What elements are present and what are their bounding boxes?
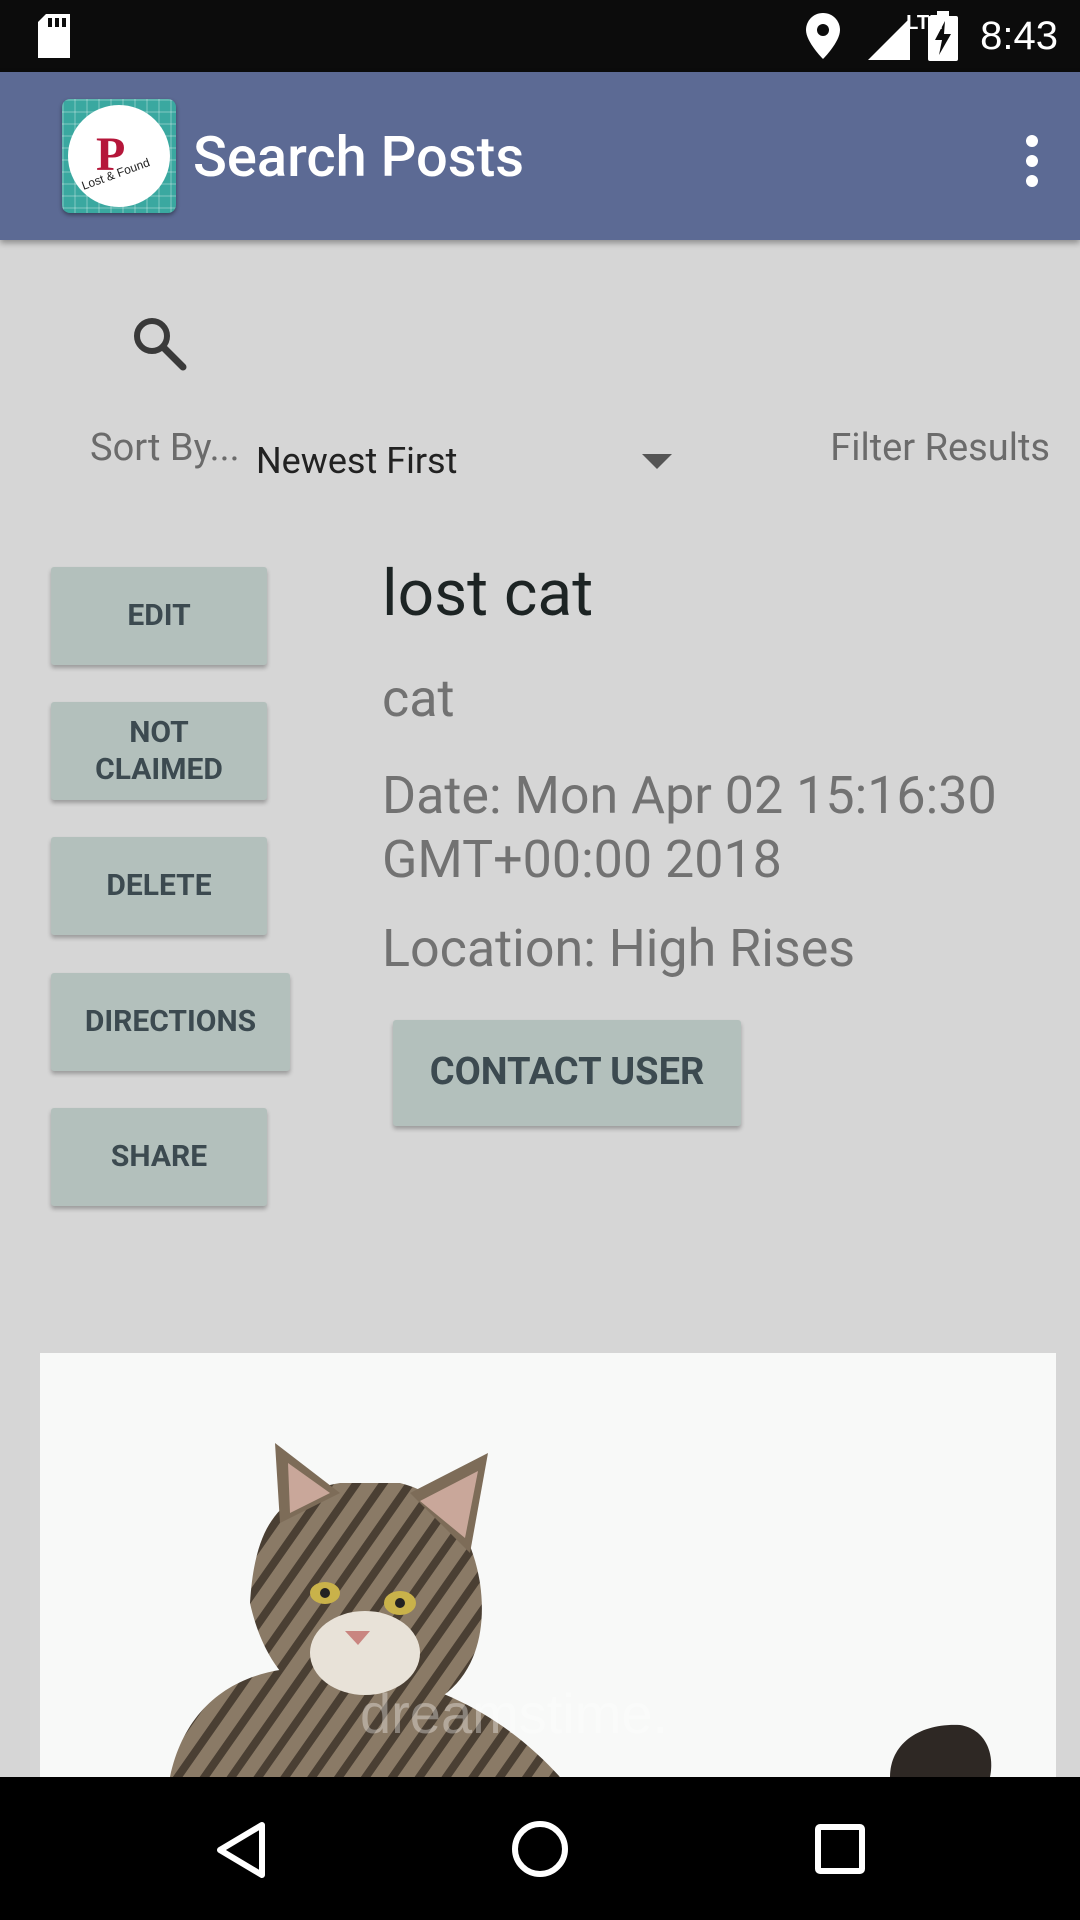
contact-user-button[interactable]: CONTACT USER xyxy=(393,1020,741,1126)
sort-dropdown[interactable]: Newest First xyxy=(256,440,457,482)
app-bar: P Lost & Found Search Posts xyxy=(0,72,1080,240)
edit-button[interactable]: EDIT xyxy=(51,567,267,665)
edit-button-label: EDIT xyxy=(127,598,191,634)
page-title: Search Posts xyxy=(193,124,525,190)
post-title: lost cat xyxy=(382,556,594,631)
not-claimed-label-line2: CLAIMED xyxy=(95,752,223,787)
navigation-bar xyxy=(0,1777,1080,1920)
post-category: cat xyxy=(382,668,455,729)
post-date: Date: Mon Apr 02 15:16:30 GMT+00:00 2018 xyxy=(382,765,997,890)
dropdown-arrow-icon[interactable] xyxy=(642,454,672,469)
location-icon xyxy=(806,13,841,59)
home-icon[interactable] xyxy=(510,1819,570,1879)
status-bar: LTE 8:43 xyxy=(0,0,1080,72)
sort-by-label: Sort By... xyxy=(90,426,240,470)
directions-button-label: DIRECTIONS xyxy=(84,1004,257,1040)
back-icon[interactable] xyxy=(214,1821,268,1879)
recents-icon[interactable] xyxy=(814,1823,866,1875)
filter-results-button[interactable]: Filter Results xyxy=(830,426,1050,470)
search-icon[interactable] xyxy=(130,314,188,372)
share-button[interactable]: SHARE xyxy=(51,1108,267,1206)
contact-user-label: CONTACT USER xyxy=(429,1050,705,1095)
delete-button-label: DELETE xyxy=(106,868,212,904)
overflow-menu-icon[interactable] xyxy=(1020,130,1044,187)
not-claimed-button[interactable]: NOT CLAIMED xyxy=(51,702,267,800)
post-location: Location: High Rises xyxy=(382,918,856,979)
share-button-label: SHARE xyxy=(110,1139,208,1175)
sd-card-icon xyxy=(38,14,70,58)
delete-button[interactable]: DELETE xyxy=(51,837,267,935)
directions-button[interactable]: DIRECTIONS xyxy=(51,973,290,1071)
app-logo: P Lost & Found xyxy=(62,99,176,213)
signal-icon: LTE xyxy=(854,10,942,62)
not-claimed-label-line1: NOT xyxy=(129,714,189,750)
image-watermark: dreamstime. xyxy=(360,1682,668,1745)
cat-image: dreamstime. xyxy=(170,1443,992,1777)
post-image: dreamstime. xyxy=(40,1353,1056,1777)
status-time: 8:43 xyxy=(980,13,1058,58)
